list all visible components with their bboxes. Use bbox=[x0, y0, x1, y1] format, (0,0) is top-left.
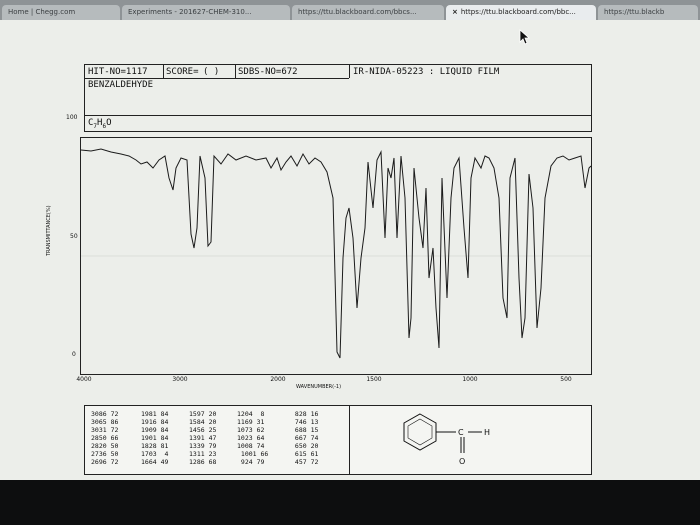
spectrum-header: HIT-NO=1117 SCORE= ( ) SDBS-NO=672 IR-NI… bbox=[84, 64, 592, 116]
peak-entry: 1286 68 bbox=[189, 458, 217, 466]
peak-entry: 924 79 bbox=[237, 458, 265, 466]
peak-entry: 828 16 bbox=[291, 410, 319, 418]
peak-entry: 1981 84 bbox=[141, 410, 169, 418]
peak-entry: 3031 72 bbox=[91, 426, 119, 434]
peak-entry: 615 61 bbox=[291, 450, 319, 458]
browser-tab-2[interactable]: Experiments - 201627-CHEM-310... bbox=[122, 5, 290, 20]
peak-entry: 2736 50 bbox=[91, 450, 119, 458]
peak-entry: 3065 86 bbox=[91, 418, 119, 426]
peak-column: 1597 20 1584 20 1456 25 1391 47 1339 79 1311 … bbox=[189, 410, 216, 466]
peak-entry: 2696 72 bbox=[91, 458, 119, 466]
peak-entry: 1909 84 bbox=[141, 426, 169, 434]
peak-entry: 1001 66 bbox=[237, 450, 269, 458]
carbon-label: C bbox=[458, 428, 464, 437]
peak-entry: 1584 20 bbox=[189, 418, 217, 426]
x-tick-3000: 3000 bbox=[172, 376, 188, 383]
peak-entry: 1073 62 bbox=[237, 426, 265, 434]
x-tick-2000: 2000 bbox=[270, 376, 286, 383]
peak-entry: 2850 66 bbox=[91, 434, 119, 442]
browser-tab-3[interactable]: https://ttu.blackboard.com/bbcs... bbox=[292, 5, 444, 20]
peak-table: 3086 72 3065 86 3031 72 2850 66 2820 50 2736 … bbox=[84, 405, 350, 475]
oxygen-label: O bbox=[459, 457, 465, 466]
peak-entry: 2820 50 bbox=[91, 442, 119, 450]
peak-entry: 650 20 bbox=[291, 442, 319, 450]
peak-entry: 1391 47 bbox=[189, 434, 217, 442]
x-axis-title: WAVENUMBER(-1) bbox=[296, 384, 342, 390]
browser-tab-title: https://ttu.blackboard.com/bbc... bbox=[460, 8, 576, 16]
x-tick-500: 500 bbox=[560, 376, 572, 383]
score-label: SCORE= bbox=[166, 67, 199, 77]
browser-tab-5[interactable]: https://ttu.blackb bbox=[598, 5, 698, 20]
browser-tab-title: https://ttu.blackb bbox=[604, 8, 665, 16]
sdbs-no: SDBS-NO=672 bbox=[238, 67, 298, 77]
browser-tab-4[interactable]: × https://ttu.blackboard.com/bbc... bbox=[446, 5, 596, 20]
peak-entry: 1901 84 bbox=[141, 434, 169, 442]
peak-entry: 1828 81 bbox=[141, 442, 169, 450]
structure-panel: C H O bbox=[350, 405, 592, 475]
peak-entry: 667 74 bbox=[291, 434, 319, 442]
peak-entry: 1456 25 bbox=[189, 426, 217, 434]
x-tick-1000: 1000 bbox=[462, 376, 478, 383]
y-tick-0: 0 bbox=[72, 351, 76, 358]
browser-tab-title: Experiments - 201627-CHEM-310... bbox=[128, 8, 252, 16]
peak-column: 828 16 746 13 688 15 667 74 650 20 615 6… bbox=[291, 410, 319, 466]
peak-entry: 1311 23 bbox=[189, 450, 217, 458]
tab-close-icon[interactable]: × bbox=[452, 8, 458, 16]
browser-tab-title: Home | Chegg.com bbox=[8, 8, 76, 16]
peak-entry: 3086 72 bbox=[91, 410, 119, 418]
screen: HIT-NO=1117 SCORE= ( ) SDBS-NO=672 IR-NI… bbox=[0, 20, 700, 480]
molecular-formula: C7H6O bbox=[84, 116, 592, 132]
peak-entry: 1023 64 bbox=[237, 434, 265, 442]
x-tick-4000: 4000 bbox=[76, 376, 92, 383]
peak-entry: 1204 8 bbox=[237, 410, 265, 418]
y-axis-title: TRANSMITTANCE(%) bbox=[46, 205, 52, 256]
peak-column: 1981 84 1916 84 1909 84 1901 84 1828 81 1703 … bbox=[141, 410, 168, 466]
peak-entry: 1916 84 bbox=[141, 418, 169, 426]
peak-column: 1204 8 1169 31 1073 62 1023 64 1008 74 1001 … bbox=[237, 410, 268, 466]
peak-entry: 688 15 bbox=[291, 426, 319, 434]
mouse-cursor-icon bbox=[519, 29, 531, 45]
monitor-bezel bbox=[0, 480, 700, 525]
peak-entry: 1597 20 bbox=[189, 410, 217, 418]
peak-entry: 1339 79 bbox=[189, 442, 217, 450]
browser-tab-title: https://ttu.blackboard.com/bbcs... bbox=[298, 8, 417, 16]
browser-tab-1[interactable]: Home | Chegg.com bbox=[2, 5, 120, 20]
hydrogen-label: H bbox=[484, 428, 490, 437]
peak-entry: 457 72 bbox=[291, 458, 319, 466]
hit-no: HIT-NO=1117 bbox=[88, 67, 148, 77]
x-tick-1500: 1500 bbox=[366, 376, 382, 383]
ir-spectrum-document: HIT-NO=1117 SCORE= ( ) SDBS-NO=672 IR-NI… bbox=[0, 20, 700, 480]
spectrum-trace bbox=[80, 148, 592, 359]
y-tick-100: 100 bbox=[66, 114, 78, 121]
score-value: ( ) bbox=[203, 67, 220, 77]
peak-entry: 1664 49 bbox=[141, 458, 169, 466]
y-tick-50: 50 bbox=[70, 233, 78, 240]
benzaldehyde-structure: C H O bbox=[403, 413, 490, 466]
compound-name: BENZALDEHYDE bbox=[88, 80, 154, 90]
spectrum-plot bbox=[80, 137, 592, 375]
peak-entry: 1008 74 bbox=[237, 442, 265, 450]
peak-column: 3086 72 3065 86 3031 72 2850 66 2820 50 2736 … bbox=[91, 410, 118, 466]
ir-nida: IR-NIDA-05223 : LIQUID FILM bbox=[353, 67, 500, 77]
browser-tab-bar: Home | Chegg.com Experiments - 201627-CHE… bbox=[0, 0, 700, 20]
peak-entry: 1169 31 bbox=[237, 418, 265, 426]
peak-entry: 1703 4 bbox=[141, 450, 169, 458]
peak-entry: 746 13 bbox=[291, 418, 319, 426]
